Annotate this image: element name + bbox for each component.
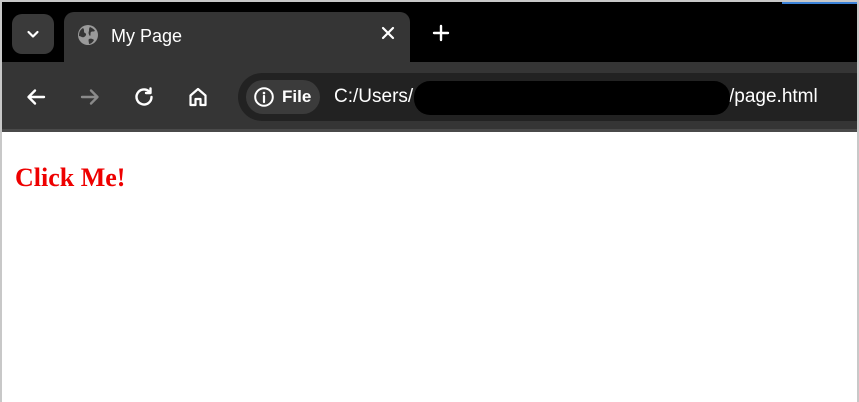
arrow-right-icon	[80, 89, 99, 105]
back-button[interactable]	[23, 84, 49, 110]
plus-icon	[432, 24, 450, 42]
tab-my-page[interactable]: My Page	[64, 12, 410, 64]
tab-strip: My Page	[2, 2, 857, 64]
accent-line	[782, 2, 857, 4]
site-info-chip[interactable]: File	[246, 80, 320, 114]
site-chip-label: File	[282, 87, 312, 106]
globe-icon	[78, 25, 98, 45]
address-bar[interactable]: File C:/Users/ /page.html	[238, 73, 857, 121]
home-button[interactable]	[185, 84, 211, 110]
forward-button[interactable]	[77, 84, 103, 110]
close-icon	[381, 26, 395, 40]
home-icon	[189, 87, 207, 107]
url-suffix: /page.html	[729, 86, 818, 107]
click-me-heading[interactable]: Click Me!	[15, 162, 125, 194]
reload-button[interactable]	[131, 84, 157, 110]
reload-icon	[135, 87, 153, 106]
tab-close-button[interactable]	[378, 23, 398, 43]
url-prefix: C:/Users/	[334, 86, 414, 107]
page-content: Click Me!	[2, 132, 857, 402]
new-tab-button[interactable]	[429, 21, 453, 45]
arrow-left-icon	[27, 89, 46, 105]
browser-toolbar: File C:/Users/ /page.html	[2, 62, 857, 132]
tab-title: My Page	[111, 26, 183, 46]
chevron-down-icon	[27, 30, 39, 38]
info-icon	[254, 87, 274, 107]
tab-search-button[interactable]	[12, 14, 54, 54]
browser-window: My Page File C:/Users/ /page.html Click …	[2, 2, 857, 402]
redaction-block	[414, 81, 730, 115]
